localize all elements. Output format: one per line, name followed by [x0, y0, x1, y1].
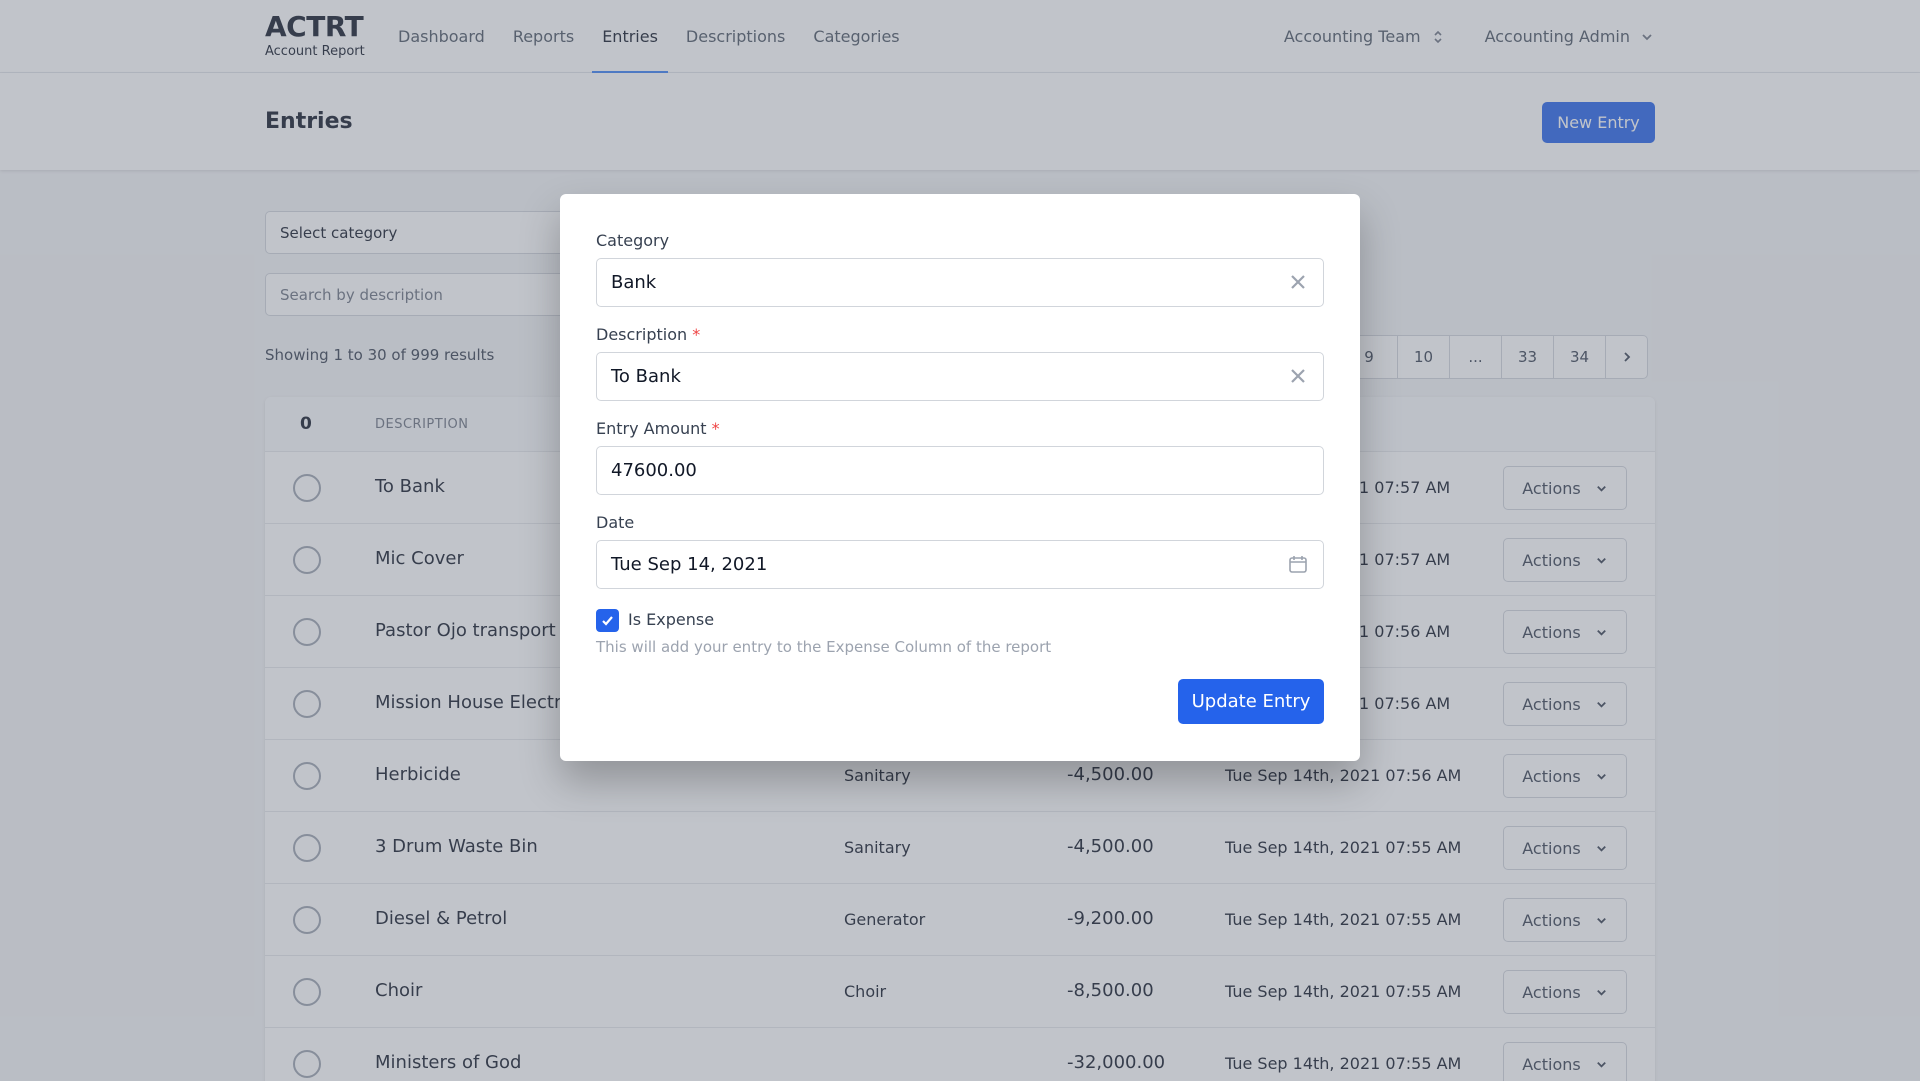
category-label: Category: [596, 231, 670, 250]
clear-category-icon[interactable]: [1287, 271, 1309, 293]
description-field[interactable]: To Bank: [596, 352, 1324, 401]
update-entry-button[interactable]: Update Entry: [1178, 679, 1324, 724]
amount-value: 47600.00: [611, 460, 697, 481]
is-expense-label[interactable]: Is Expense: [628, 610, 714, 629]
category-field[interactable]: Bank: [596, 258, 1324, 307]
edit-entry-modal: Category Bank Description * To Bank Entr…: [560, 194, 1360, 761]
description-label-text: Description: [596, 325, 688, 344]
checkmark-icon: [602, 616, 613, 626]
category-value: Bank: [611, 272, 657, 293]
calendar-icon[interactable]: [1287, 553, 1309, 575]
is-expense-help: This will add your entry to the Expense …: [596, 638, 1052, 656]
amount-field[interactable]: 47600.00: [596, 446, 1324, 495]
date-field[interactable]: Tue Sep 14, 2021: [596, 540, 1324, 589]
required-mark: *: [692, 325, 701, 344]
required-mark: *: [711, 419, 720, 438]
amount-label-text: Entry Amount: [596, 419, 707, 438]
description-value: To Bank: [611, 366, 681, 387]
description-label: Description *: [596, 325, 700, 344]
amount-label: Entry Amount *: [596, 419, 720, 438]
date-value: Tue Sep 14, 2021: [611, 554, 768, 575]
is-expense-checkbox[interactable]: [596, 609, 619, 632]
clear-description-icon[interactable]: [1287, 365, 1309, 387]
date-label: Date: [596, 513, 635, 532]
